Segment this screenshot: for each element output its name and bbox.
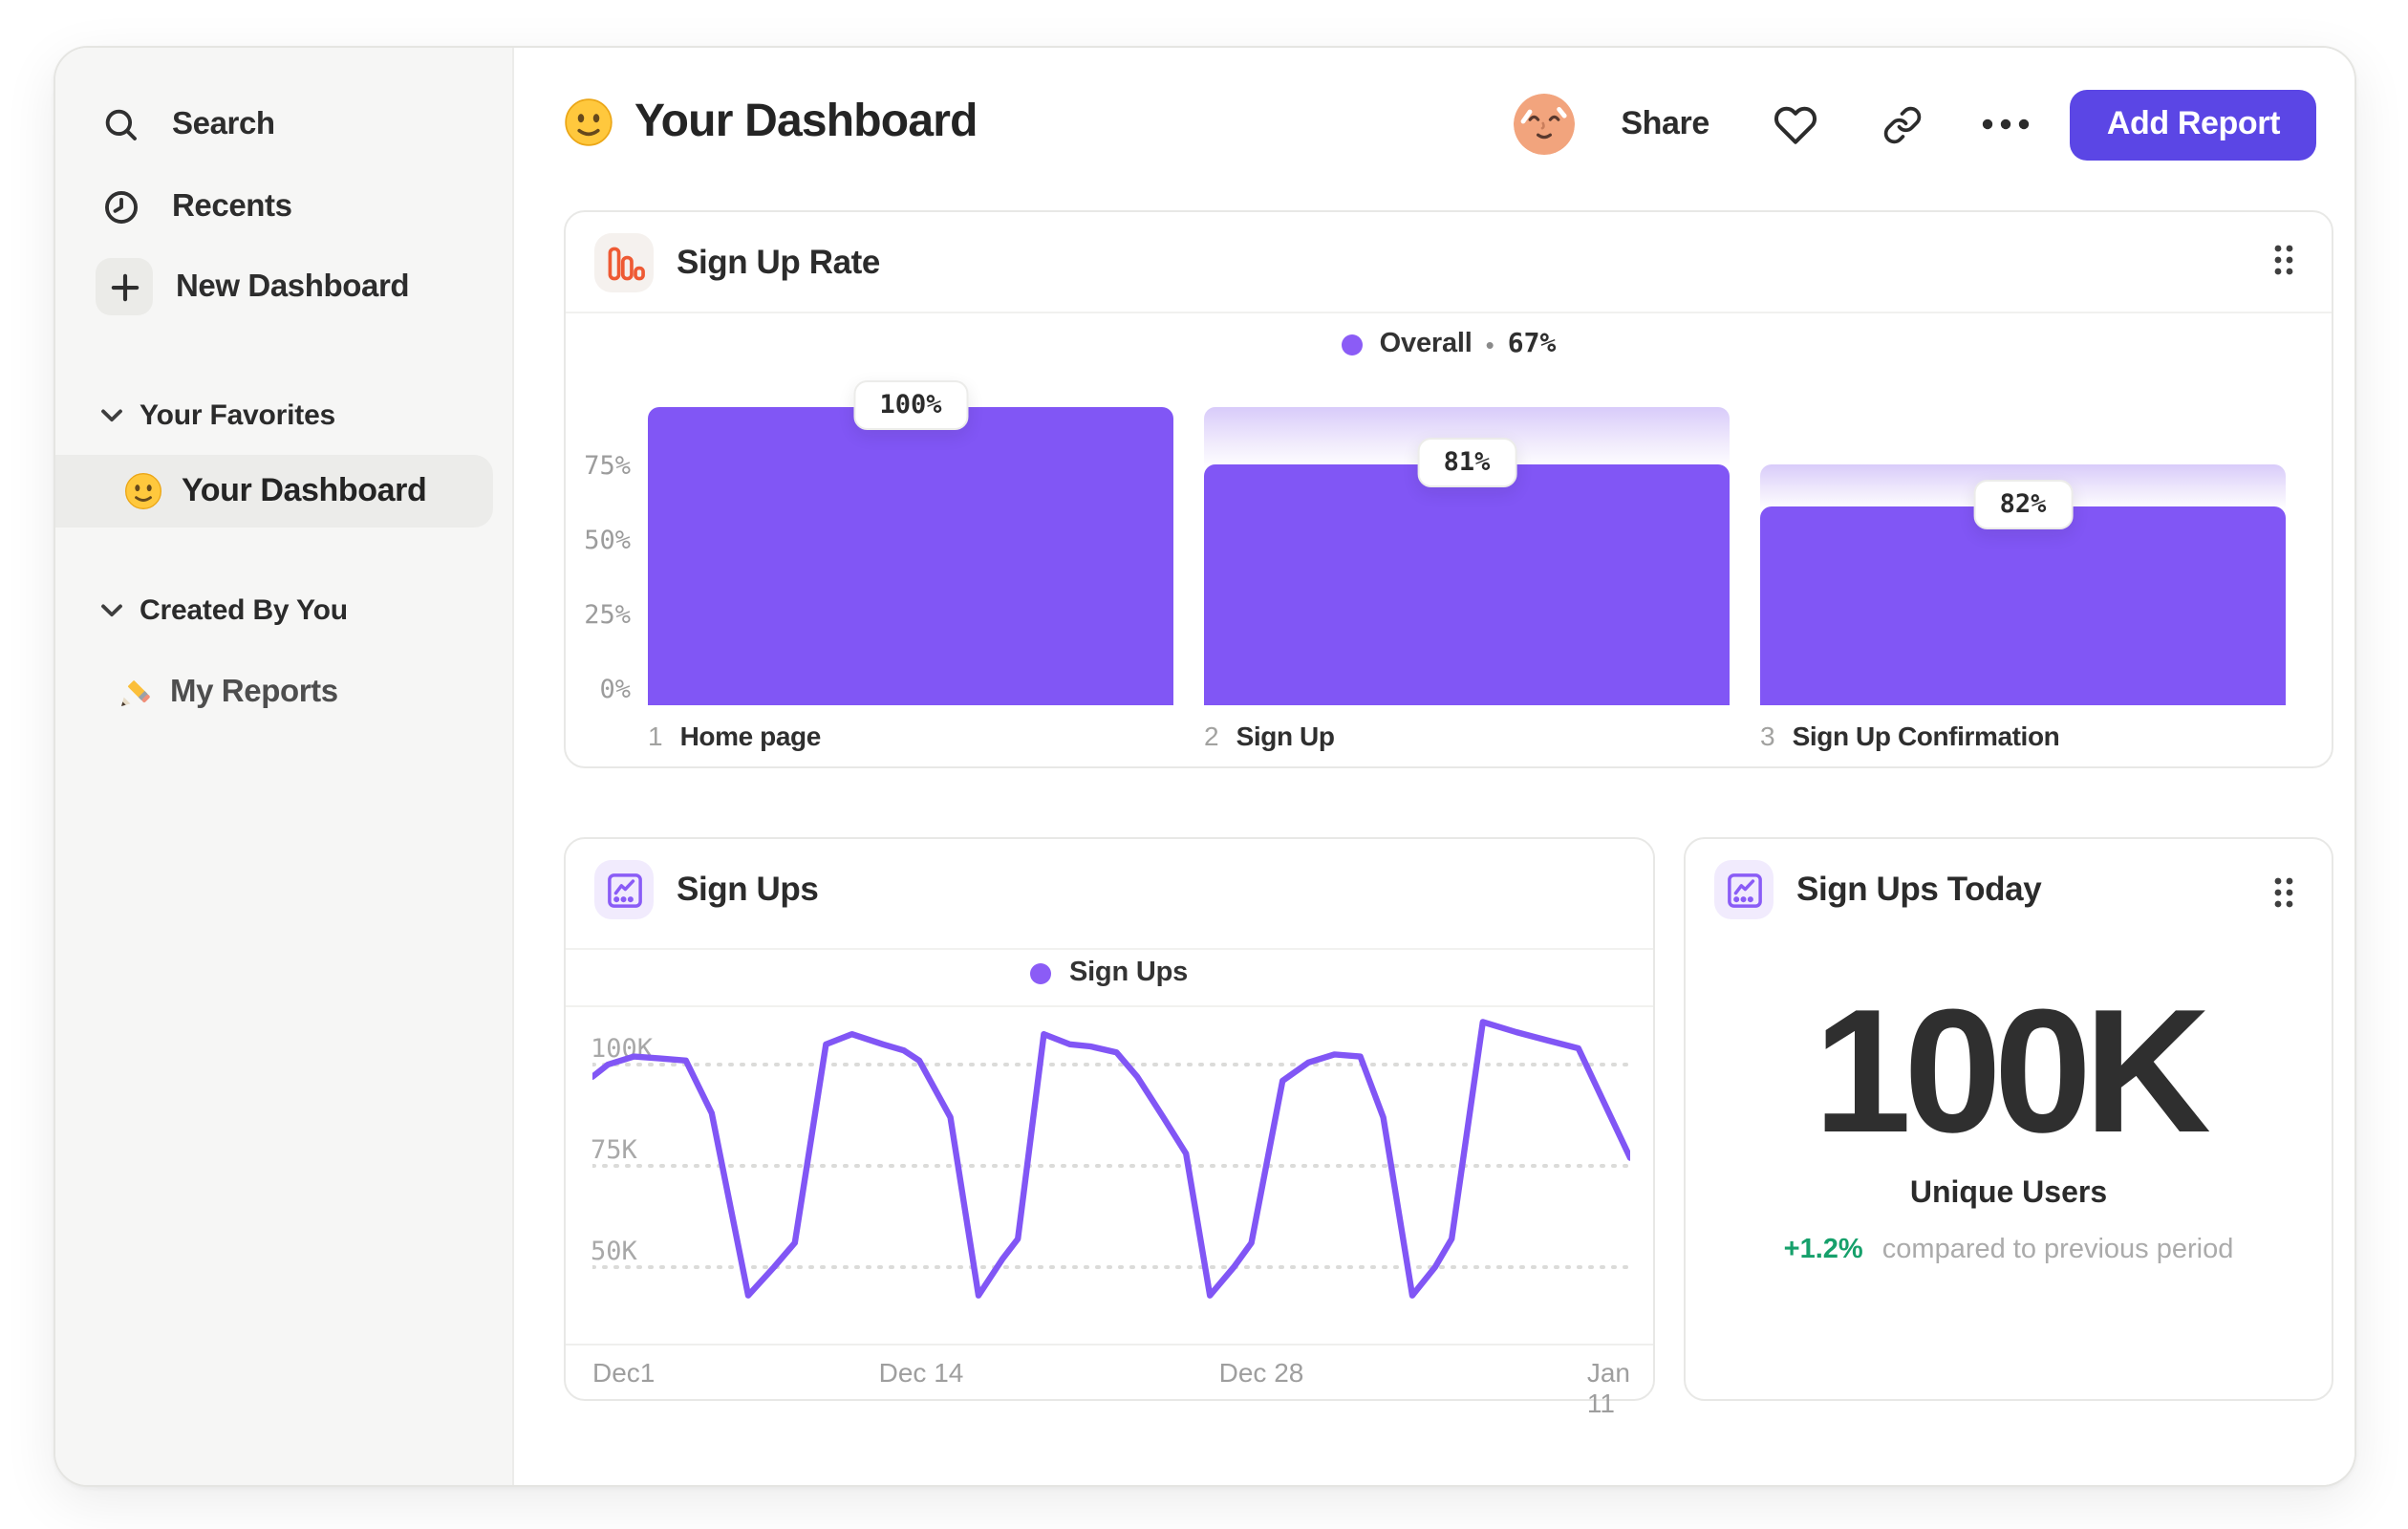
sidebar-item-my-reports[interactable]: My Reports bbox=[55, 661, 493, 722]
step-number: 1 bbox=[648, 721, 663, 751]
sign-ups-today-card: Sign Ups Today 100K Unique Users +1.2% c… bbox=[1684, 837, 2333, 1401]
chevron-down-icon bbox=[101, 408, 122, 421]
change-percent: +1.2% bbox=[1783, 1235, 1863, 1265]
metric-change-row: +1.2% compared to previous period bbox=[1686, 1235, 2332, 1265]
funnel-bar[interactable] bbox=[648, 407, 1173, 705]
sidebar-item-label: New Dashboard bbox=[176, 269, 410, 303]
main-content: Your Dashboard Share Add Report Sign Up … bbox=[514, 48, 2354, 1485]
x-axis-label: 1 Home page bbox=[648, 721, 821, 751]
funnel-value-tooltip: 100% bbox=[852, 380, 969, 430]
funnel-bars-icon bbox=[594, 233, 654, 292]
avatar[interactable] bbox=[1514, 94, 1576, 155]
y-axis-tick: 50% bbox=[584, 526, 631, 556]
step-label: Home page bbox=[679, 721, 822, 751]
smiley-emoji-icon bbox=[124, 472, 162, 510]
funnel-bar-home-page: 100% bbox=[648, 212, 1173, 705]
pencil-emoji-icon bbox=[117, 673, 155, 711]
sign-ups-card: Sign Ups Sign Ups 100K 75K 50K Dec1 Dec … bbox=[564, 837, 1655, 1418]
smiley-emoji-icon bbox=[564, 97, 613, 147]
step-number: 3 bbox=[1760, 721, 1775, 751]
x-axis-label: 2 Sign Up bbox=[1204, 721, 1335, 751]
divider bbox=[566, 948, 1653, 950]
sidebar-section-created-by-you[interactable]: Created By You bbox=[101, 591, 348, 629]
sidebar-item-label: Recents bbox=[172, 188, 292, 223]
funnel-value-tooltip: 81% bbox=[1416, 437, 1517, 487]
sidebar-item-your-dashboard[interactable]: Your Dashboard bbox=[55, 455, 493, 528]
y-axis-tick: 25% bbox=[584, 600, 631, 631]
sidebar-item-label: My Reports bbox=[170, 674, 338, 708]
header-actions: Share Add Report bbox=[1514, 88, 2316, 161]
line-chart-plot bbox=[589, 1013, 1634, 1346]
chevron-down-icon bbox=[101, 603, 122, 616]
x-axis-tick: Dec 28 bbox=[1218, 1357, 1304, 1388]
sidebar-item-new-dashboard[interactable]: New Dashboard bbox=[55, 258, 512, 315]
x-axis-label: 3 Sign Up Confirmation bbox=[1760, 721, 2060, 751]
heart-icon[interactable] bbox=[1774, 102, 1818, 146]
more-options-icon[interactable] bbox=[1981, 117, 2032, 132]
plus-icon bbox=[96, 258, 153, 315]
x-axis-tick: Dec 14 bbox=[878, 1357, 964, 1388]
line-legend[interactable]: Sign Ups bbox=[566, 958, 1653, 988]
x-axis-line bbox=[566, 1344, 1653, 1346]
sidebar-section-label: Created By You bbox=[140, 593, 348, 626]
funnel-value-tooltip: 82% bbox=[1972, 480, 2074, 530]
app-window: Search Recents New Dashboard Your Favori… bbox=[54, 46, 2356, 1487]
sidebar: Search Recents New Dashboard Your Favori… bbox=[55, 48, 514, 1485]
step-label: Sign Up bbox=[1236, 721, 1335, 751]
funnel-bar-sign-up: 81% bbox=[1204, 212, 1730, 705]
funnel-bar-sign-up-confirmation: 82% bbox=[1760, 212, 2286, 705]
share-button[interactable]: Share bbox=[1621, 105, 1709, 143]
page-title: Your Dashboard bbox=[634, 96, 978, 147]
sign-up-rate-card: Sign Up Rate Overall • 67% 75% 50% 25% 0… bbox=[564, 210, 2333, 768]
metric-value: 100K bbox=[1814, 975, 2211, 1170]
step-number: 2 bbox=[1204, 721, 1219, 751]
funnel-bar[interactable] bbox=[1760, 506, 2286, 705]
legend-dot bbox=[1030, 962, 1052, 983]
clock-icon bbox=[101, 186, 141, 226]
sidebar-item-recents[interactable]: Recents bbox=[55, 178, 512, 235]
sidebar-item-label: Search bbox=[172, 106, 275, 140]
line-chart-icon bbox=[1714, 860, 1774, 919]
change-note: compared to previous period bbox=[1881, 1235, 2234, 1265]
page-header: Your Dashboard bbox=[564, 96, 978, 149]
sidebar-item-search[interactable]: Search bbox=[55, 96, 512, 153]
add-report-button[interactable]: Add Report bbox=[2070, 89, 2316, 160]
metric-subtitle: Unique Users bbox=[1909, 1177, 2108, 1210]
sidebar-section-your-favorites[interactable]: Your Favorites bbox=[101, 396, 335, 434]
screen: Search Recents New Dashboard Your Favori… bbox=[0, 0, 2408, 1529]
step-label: Sign Up Confirmation bbox=[1792, 721, 2060, 751]
search-icon bbox=[101, 104, 141, 144]
line-chart-icon bbox=[594, 860, 654, 919]
card-title: Sign Ups Today bbox=[1796, 870, 2042, 908]
sidebar-item-label: Your Dashboard bbox=[182, 472, 427, 508]
sidebar-section-label: Your Favorites bbox=[140, 398, 336, 431]
legend-label: Sign Ups bbox=[1068, 958, 1189, 988]
x-axis-tick: Dec1 bbox=[592, 1357, 656, 1388]
funnel-bar[interactable] bbox=[1204, 463, 1730, 705]
y-axis-tick: 0% bbox=[599, 675, 631, 705]
divider bbox=[566, 1005, 1653, 1007]
link-icon[interactable] bbox=[1883, 104, 1924, 144]
card-title: Sign Ups bbox=[677, 870, 819, 908]
y-axis-tick: 75% bbox=[584, 451, 631, 482]
drag-handle-icon[interactable] bbox=[2272, 875, 2295, 910]
x-axis-tick: Jan 11 bbox=[1586, 1357, 1630, 1418]
